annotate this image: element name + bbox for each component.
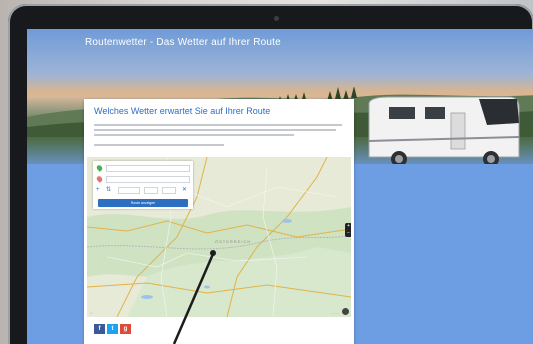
photo-scene: Routenwetter - Das Wetter auf Ihrer Rout… [0,0,533,344]
pointer-stick [172,250,216,344]
